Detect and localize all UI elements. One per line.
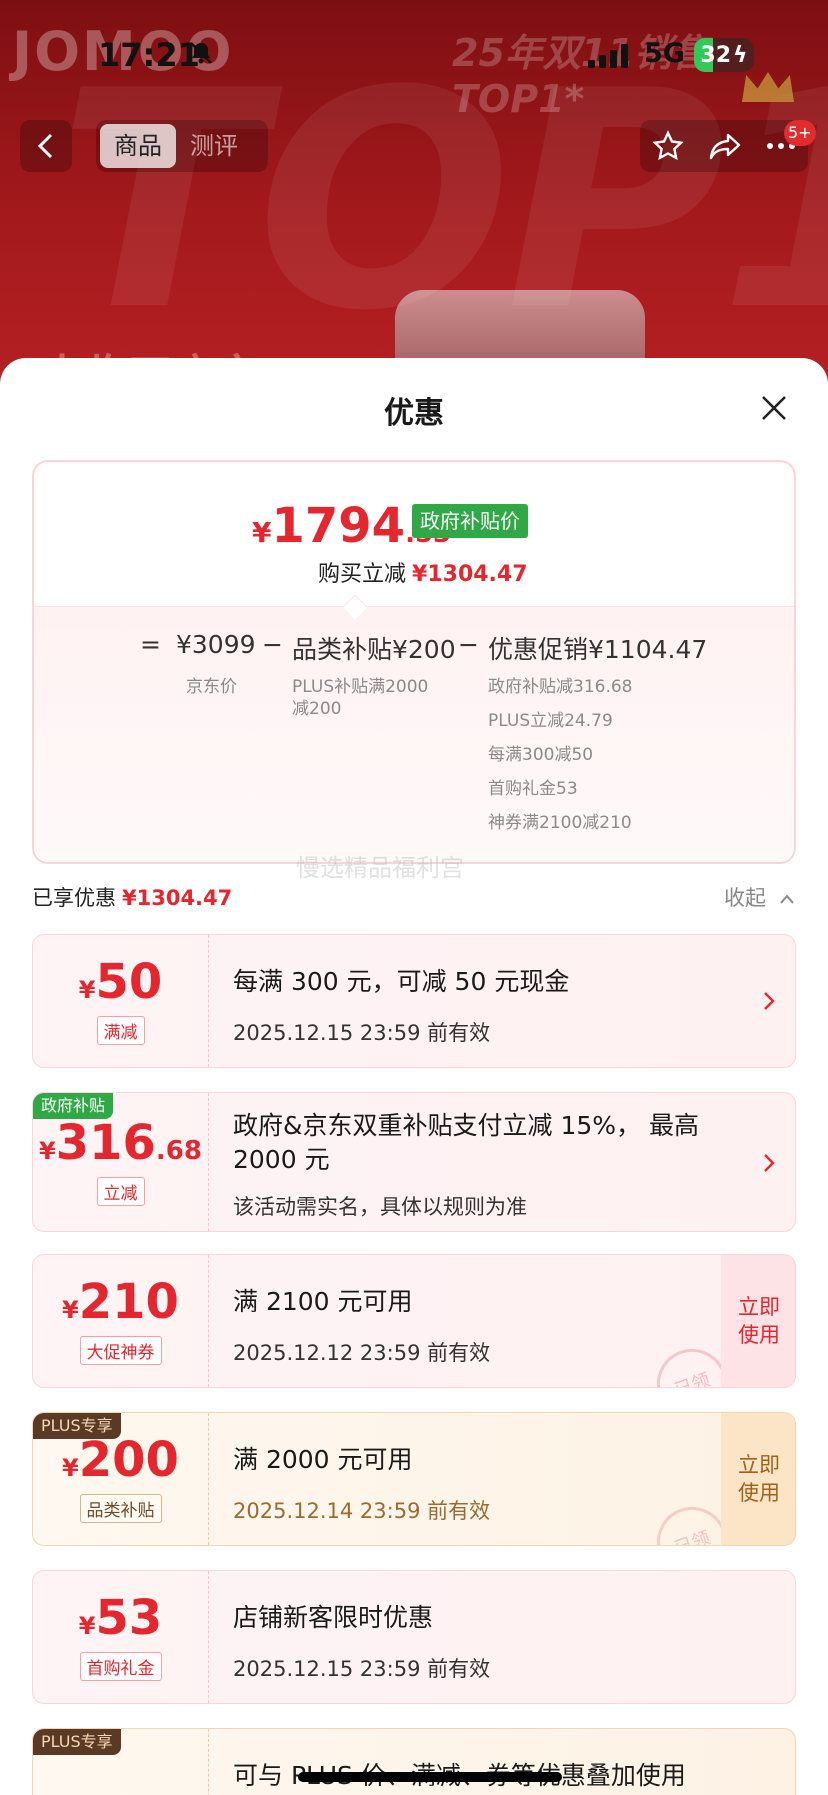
chevron-right-icon[interactable] xyxy=(759,991,779,1011)
battery-icon: 32 ϟ xyxy=(694,38,754,72)
coupon-type: 大促神券 xyxy=(79,1335,162,1365)
top-nav: 商品 测评 5+ xyxy=(0,118,828,176)
minus-sign: − xyxy=(458,630,479,659)
coupon-type: 品类补贴 xyxy=(79,1493,162,1523)
coupon-amount: ¥200 xyxy=(62,1431,179,1488)
share-icon[interactable] xyxy=(708,131,742,161)
minus-sign: − xyxy=(262,630,283,659)
coupon-amount: ¥50 xyxy=(78,953,163,1010)
instant-reduction: 购买立减 ¥1304.47 xyxy=(318,562,528,587)
coupon-title: 店铺新客限时优惠 xyxy=(233,1603,434,1632)
message-badge: 5+ xyxy=(784,120,816,146)
coupon-amount: ¥53 xyxy=(78,1589,163,1646)
coupon-date: 2025.12.15 23:59 前有效 xyxy=(233,1021,491,1045)
jd-price: ¥3099 xyxy=(176,630,256,659)
nav-actions xyxy=(640,120,808,172)
coupon-date: 2025.12.15 23:59 前有效 xyxy=(233,1657,491,1681)
coupon-title-line2: 2000 元 xyxy=(233,1145,330,1174)
coupon-title: 满 2100 元可用 xyxy=(233,1287,413,1316)
price-summary-card: ¥1794.53 政府补贴价 购买立减¥1304.47 = ¥3099 − 品类… xyxy=(32,460,796,864)
coupon-card[interactable]: ¥53 首购礼金 店铺新客限时优惠 2025.12.15 23:59 前有效 xyxy=(32,1570,796,1704)
gov-subsidy-price-tag: 政府补贴价 xyxy=(412,504,528,538)
category-subsidy-detail: PLUS补贴满2000 减200 xyxy=(292,677,429,719)
enjoyed-discount: 已享优惠 ¥1304.47 xyxy=(32,886,233,910)
promo-details: 政府补贴减316.68 PLUS立减24.79 每满300减50 首购礼金53 … xyxy=(488,677,633,833)
star-favorite-icon[interactable] xyxy=(652,130,684,162)
jd-price-label: 京东价 xyxy=(186,677,237,697)
back-button[interactable] xyxy=(20,120,72,172)
tab-review[interactable]: 测评 xyxy=(176,124,252,168)
tab-product[interactable]: 商品 xyxy=(100,124,176,168)
home-indicator xyxy=(298,1772,562,1782)
coupon-amount: ¥210 xyxy=(62,1273,179,1330)
status-time: 17:21 xyxy=(98,36,200,74)
coupon-title: 每满 300 元，可减 50 元现金 xyxy=(233,967,570,996)
equals-sign: = xyxy=(140,630,161,659)
coupon-card[interactable]: ¥200 品类补贴 PLUS专享 满 2000 元可用 2025.12.14 2… xyxy=(32,1412,796,1546)
plus-exclusive-tag: PLUS专享 xyxy=(33,1413,121,1439)
plus-exclusive-tag: PLUS专享 xyxy=(33,1729,121,1755)
top-tabs: 商品 测评 xyxy=(96,120,268,172)
gov-subsidy-corner-tag: 政府补贴 xyxy=(33,1093,114,1119)
network-type: 5G xyxy=(644,38,685,69)
watermark: 慢选精品福利宫 xyxy=(296,854,464,882)
coupon-card[interactable]: ¥210 大促神券 满 2100 元可用 2025.12.12 23:59 前有… xyxy=(32,1254,796,1388)
coupon-date: 2025.12.12 23:59 前有效 xyxy=(233,1341,491,1365)
sheet-title: 优惠 xyxy=(384,396,444,431)
charging-bolt-icon: ϟ xyxy=(733,42,748,68)
chevron-left-icon xyxy=(37,133,53,159)
discount-sheet: 优惠 ¥1794.53 政府补贴价 购买立减¥1304.47 = ¥3099 −… xyxy=(0,358,828,1795)
close-icon[interactable] xyxy=(756,390,792,426)
promo-discount: 优惠促销¥1104.47 xyxy=(488,635,708,664)
coupon-card[interactable]: ¥50 满减 每满 300 元，可减 50 元现金 2025.12.15 23:… xyxy=(32,934,796,1068)
coupon-type: 首购礼金 xyxy=(79,1651,162,1681)
status-bar: 17:21 5G 32 ϟ xyxy=(0,0,828,110)
chevron-up-icon xyxy=(779,894,794,904)
collapse-button[interactable]: 收起 xyxy=(724,882,795,912)
coupon-title: 满 2000 元可用 xyxy=(233,1445,413,1474)
mute-bell-icon xyxy=(190,42,212,64)
coupon-type: 立减 xyxy=(96,1176,145,1206)
chevron-right-icon[interactable] xyxy=(759,1153,779,1173)
coupon-amount: ¥316.68 xyxy=(39,1114,202,1171)
coupon-card[interactable]: ¥24 PLUS专享 可与 PLUS 价、满减、券等优惠叠加使用 xyxy=(32,1728,796,1795)
battery-level: 32 xyxy=(700,42,732,68)
use-now-button[interactable]: 立即 使用 xyxy=(721,1413,795,1545)
coupon-type: 满减 xyxy=(96,1015,145,1045)
coupon-date: 2025.12.14 23:59 前有效 xyxy=(233,1499,491,1523)
coupon-title: 政府&京东双重补贴支付立减 15%， 最高 xyxy=(233,1111,699,1140)
use-now-button[interactable]: 立即 使用 xyxy=(721,1255,795,1387)
signal-icon xyxy=(588,44,628,68)
coupon-card[interactable]: ¥316.68 立减 政府补贴 政府&京东双重补贴支付立减 15%， 最高 20… xyxy=(32,1092,796,1232)
coupon-note: 该活动需实名，具体以规则为准 xyxy=(233,1195,527,1219)
category-subsidy: 品类补贴¥200 xyxy=(292,635,456,664)
